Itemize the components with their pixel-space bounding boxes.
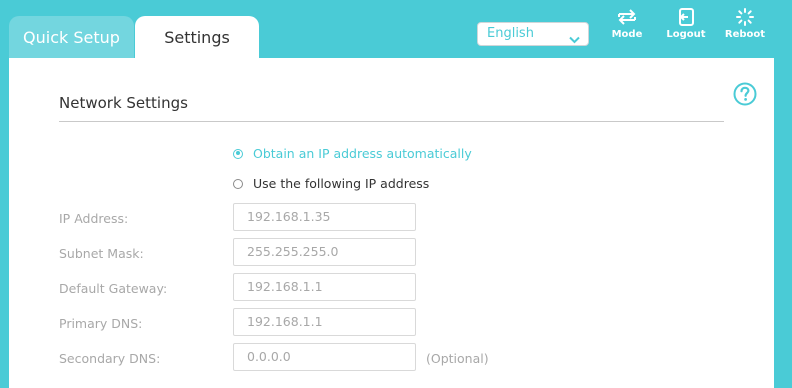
mode-label: Mode <box>611 29 643 40</box>
ip-manual-label: Use the following IP address <box>253 176 430 191</box>
tab-quick-setup[interactable]: Quick Setup <box>9 16 134 58</box>
mode-icon <box>603 8 651 26</box>
language-select-value: English <box>487 26 534 41</box>
ip-auto-label: Obtain an IP address automatically <box>253 146 472 161</box>
subnet-mask-label: Subnet Mask: <box>59 246 144 261</box>
mode-button[interactable]: Mode <box>603 8 651 40</box>
subnet-mask-field[interactable]: 255.255.255.0 <box>233 238 416 266</box>
logout-label: Logout <box>666 29 706 40</box>
chevron-down-icon <box>569 30 580 52</box>
tab-settings[interactable]: Settings <box>135 16 259 58</box>
default-gateway-label: Default Gateway: <box>59 281 168 296</box>
reboot-icon <box>721 8 769 26</box>
language-select[interactable]: English <box>477 22 589 46</box>
reboot-button[interactable]: Reboot <box>721 8 769 40</box>
secondary-dns-label: Secondary DNS: <box>59 351 161 366</box>
ip-manual-radio[interactable] <box>233 178 243 189</box>
ip-manual-option[interactable]: Use the following IP address <box>233 176 429 191</box>
ip-address-field[interactable]: 192.168.1.35 <box>233 203 416 231</box>
ip-auto-option[interactable]: Obtain an IP address automatically <box>233 146 472 161</box>
optional-hint: (Optional) <box>426 351 489 366</box>
settings-panel: Network Settings Obtain an IP address au… <box>9 58 774 388</box>
logout-button[interactable]: Logout <box>662 8 710 40</box>
primary-dns-label: Primary DNS: <box>59 316 143 331</box>
ip-address-label: IP Address: <box>59 211 129 226</box>
ip-auto-radio[interactable] <box>233 148 243 159</box>
section-divider <box>59 121 724 122</box>
secondary-dns-field[interactable]: 0.0.0.0 <box>233 343 416 371</box>
section-title: Network Settings <box>59 94 188 112</box>
primary-dns-field[interactable]: 192.168.1.1 <box>233 308 416 336</box>
help-icon[interactable] <box>733 82 757 110</box>
logout-icon <box>662 8 710 26</box>
default-gateway-field[interactable]: 192.168.1.1 <box>233 273 416 301</box>
reboot-label: Reboot <box>724 29 766 40</box>
